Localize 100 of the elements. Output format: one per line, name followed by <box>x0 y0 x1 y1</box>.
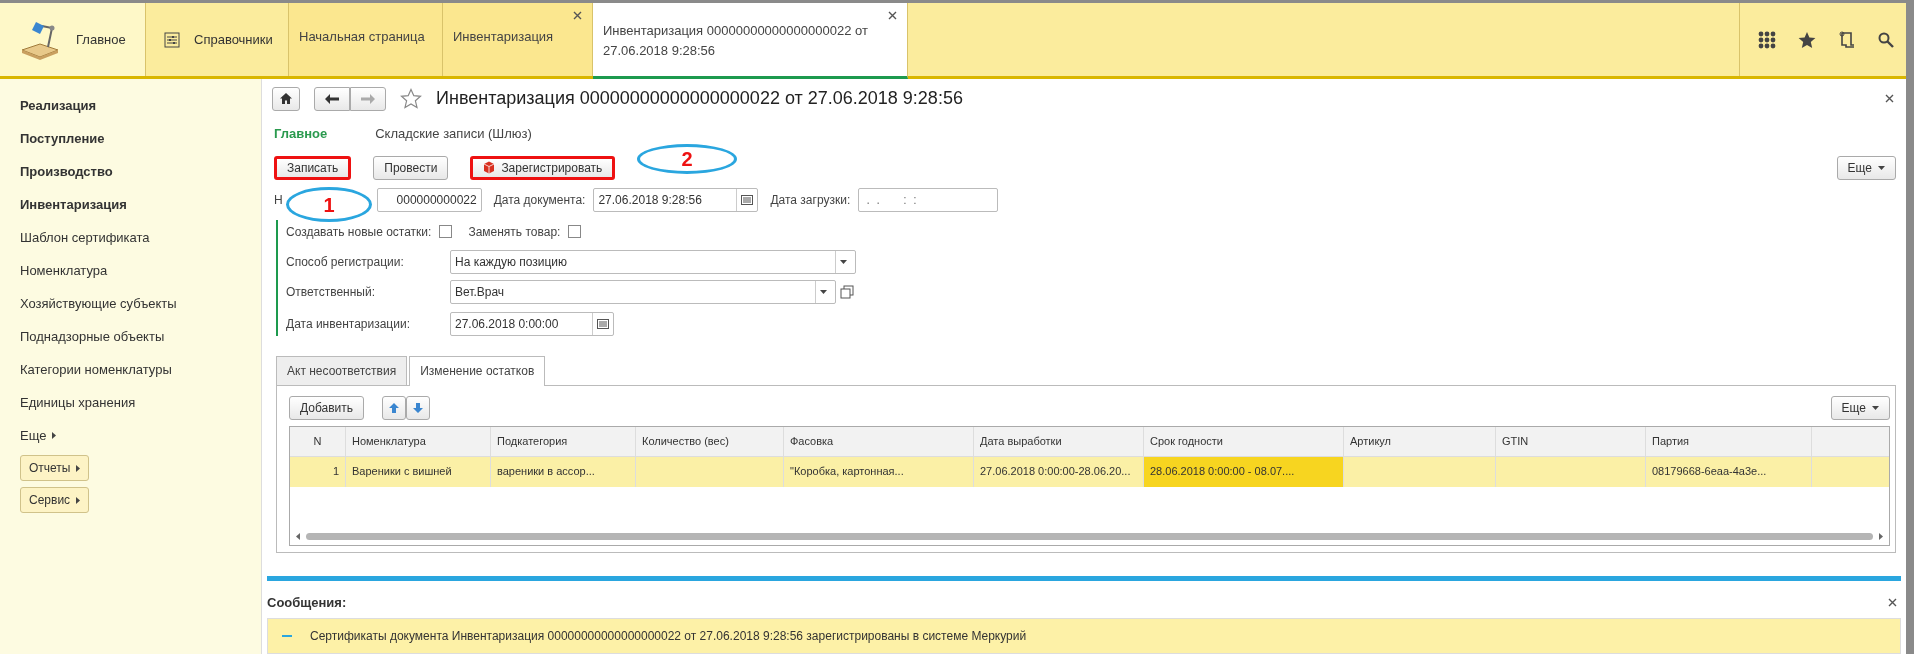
sidebar-link[interactable]: Номенклатура <box>20 254 108 287</box>
down-arrow-icon <box>412 401 425 414</box>
home-button[interactable] <box>272 86 300 111</box>
column-header[interactable]: Артикул <box>1344 426 1496 456</box>
column-header[interactable]: Фасовка <box>784 426 974 456</box>
checkbox[interactable] <box>568 225 582 238</box>
back-arrow-icon <box>325 93 339 104</box>
table-cell: 28.06.2018 0:00:00 - 08.07.... <box>1144 456 1344 487</box>
caret-icon <box>1878 165 1885 170</box>
field-label: Ответственный: <box>286 283 377 301</box>
checkbox-label: Создавать новые остатки: <box>286 223 432 241</box>
table-row[interactable]: 1 Вареники с вишней вареники в ассор... "Коробка, картонная... 27.06.2018 0:00:00-28.06.20... 28.06.2018 0:00:00 - 08.07.... 08179668-6eaa-4a3e... <box>290 456 1889 487</box>
up-arrow-icon <box>388 401 401 414</box>
column-header[interactable]: Количество (вес) <box>636 426 784 456</box>
date-field[interactable]: 27.06.2018 9:28:56 <box>593 187 759 212</box>
column-header[interactable]: GTIN <box>1496 426 1646 456</box>
table-cell: Вареники с вишней <box>346 456 491 487</box>
favorite-star-icon[interactable] <box>400 87 422 110</box>
home-icon <box>280 93 292 104</box>
toolbar-button[interactable]: Зарегистрировать <box>470 155 616 180</box>
caret-icon <box>76 464 81 472</box>
forward-arrow-icon <box>361 93 375 104</box>
section-button[interactable]: Главное <box>0 3 146 76</box>
close-icon[interactable] <box>1888 597 1897 607</box>
sidebar-section[interactable]: Инвентаризация <box>20 188 127 221</box>
date-field[interactable]: 27.06.2018 0:00:00 <box>450 311 614 336</box>
sidebar-section[interactable]: Реализация <box>20 89 97 122</box>
message-text: Сертификаты документа Инвентаризация 00000000000000000022 от 27.06.2018 9:28:56 зарегистрированы в системе Меркурий <box>310 628 1027 645</box>
column-header[interactable]: N <box>290 426 346 456</box>
column-header[interactable]: Дата выработки <box>974 426 1144 456</box>
scroll-left-icon[interactable] <box>296 533 300 540</box>
cube-icon <box>483 161 496 174</box>
dropdown-caret-icon[interactable] <box>820 289 827 294</box>
table-cell: "Коробка, картонная... <box>784 456 974 487</box>
column-header[interactable]: Партия <box>1646 426 1812 456</box>
field-label: Способ регистрации: <box>286 253 405 271</box>
table-cell: вареники в ассор... <box>491 456 636 487</box>
window-tab[interactable]: Инвентаризация 00000000000000000022 от 27.06.2018 9:28:56 <box>593 3 908 79</box>
field-label: Н <box>274 191 283 209</box>
table-cell: 1 <box>290 456 346 487</box>
star-icon[interactable] <box>1798 30 1816 49</box>
calendar-icon[interactable] <box>597 317 609 330</box>
checkbox[interactable] <box>439 225 453 238</box>
apps-grid-icon[interactable] <box>1758 30 1776 49</box>
toolbar-button[interactable]: Записать <box>274 155 352 180</box>
annotation-ellipse: 1 <box>286 187 372 222</box>
sidebar-link[interactable]: Еще <box>20 419 47 452</box>
window-tab[interactable]: Инвентаризация <box>443 3 593 76</box>
caret-icon <box>1872 405 1879 410</box>
sidebar-link[interactable]: Шаблон сертификата <box>20 221 150 254</box>
add-button[interactable]: Добавить <box>289 395 365 420</box>
column-header[interactable]: Срок годности <box>1144 426 1344 456</box>
back-button[interactable] <box>314 86 350 111</box>
dropdown-caret-icon[interactable] <box>840 259 847 264</box>
open-form-icon[interactable] <box>840 284 854 299</box>
window-tab[interactable]: Начальная страница <box>289 3 443 76</box>
checkbox-label: Заменять товар: <box>468 223 561 241</box>
field-label: Дата инвентаризации: <box>286 315 411 333</box>
sidebar-link[interactable]: Единицы хранения <box>20 386 136 419</box>
scroll-right-icon[interactable] <box>1879 533 1883 540</box>
number-field[interactable]: 000000000022 <box>376 187 482 212</box>
caret-icon <box>52 432 57 439</box>
form-title: Инвентаризация 00000000000000000022 от 27.06.2018 9:28:56 <box>436 87 963 110</box>
close-icon[interactable] <box>888 11 897 20</box>
table-cell: 08179668-6eaa-4a3e... <box>1646 456 1812 487</box>
column-header[interactable]: Подкатегория <box>491 426 636 456</box>
move-up-button[interactable] <box>382 395 407 420</box>
select-field[interactable]: На каждую позицию <box>450 249 856 274</box>
caret-icon <box>76 496 81 504</box>
sidebar-section[interactable]: Поступление <box>20 122 105 155</box>
form-section-link[interactable]: Складские записи (Шлюз) <box>375 124 532 144</box>
messages-title: Сообщения: <box>267 593 347 612</box>
field-label: Дата загрузки: <box>770 191 851 209</box>
sidebar-link[interactable]: Хозяйствующие субъекты <box>20 287 177 320</box>
date-field[interactable]: . . : : <box>858 187 999 212</box>
more-button[interactable]: Еще <box>1830 395 1890 420</box>
move-down-button[interactable] <box>406 395 431 420</box>
sidebar-section[interactable]: Производство <box>20 155 113 188</box>
select-field[interactable]: Вет.Врач <box>450 279 836 304</box>
settings-list-icon <box>164 31 180 48</box>
sidebar-button[interactable]: Отчеты <box>20 455 90 481</box>
close-icon[interactable] <box>1885 94 1894 103</box>
panel-tab[interactable]: Акт несоответствия <box>276 355 408 385</box>
scrollbar-thumb[interactable] <box>306 533 1873 540</box>
scroll-icon[interactable] <box>1838 30 1856 49</box>
panel-tab[interactable]: Изменение остатков <box>409 355 546 386</box>
annotation-ellipse: 2 <box>637 144 737 174</box>
field-label: Дата документа: <box>493 191 586 209</box>
sidebar-link[interactable]: Категории номенклатуры <box>20 353 172 386</box>
form-section-link[interactable]: Главное <box>274 124 328 144</box>
sidebar-link[interactable]: Поднадзорные объекты <box>20 320 165 353</box>
column-header[interactable]: Номенклатура <box>346 426 491 456</box>
close-icon[interactable] <box>573 11 582 20</box>
search-icon[interactable] <box>1878 31 1894 48</box>
sidebar-button[interactable]: Сервис <box>20 487 90 513</box>
calendar-icon[interactable] <box>741 193 754 206</box>
more-button[interactable]: Еще <box>1836 155 1896 180</box>
dash-icon <box>282 634 292 638</box>
toolbar-button[interactable]: Провести <box>373 155 449 180</box>
message-row[interactable]: Сертификаты документа Инвентаризация 00000000000000000022 от 27.06.2018 9:28:56 зарегистрированы в системе Меркурий <box>267 618 1901 654</box>
